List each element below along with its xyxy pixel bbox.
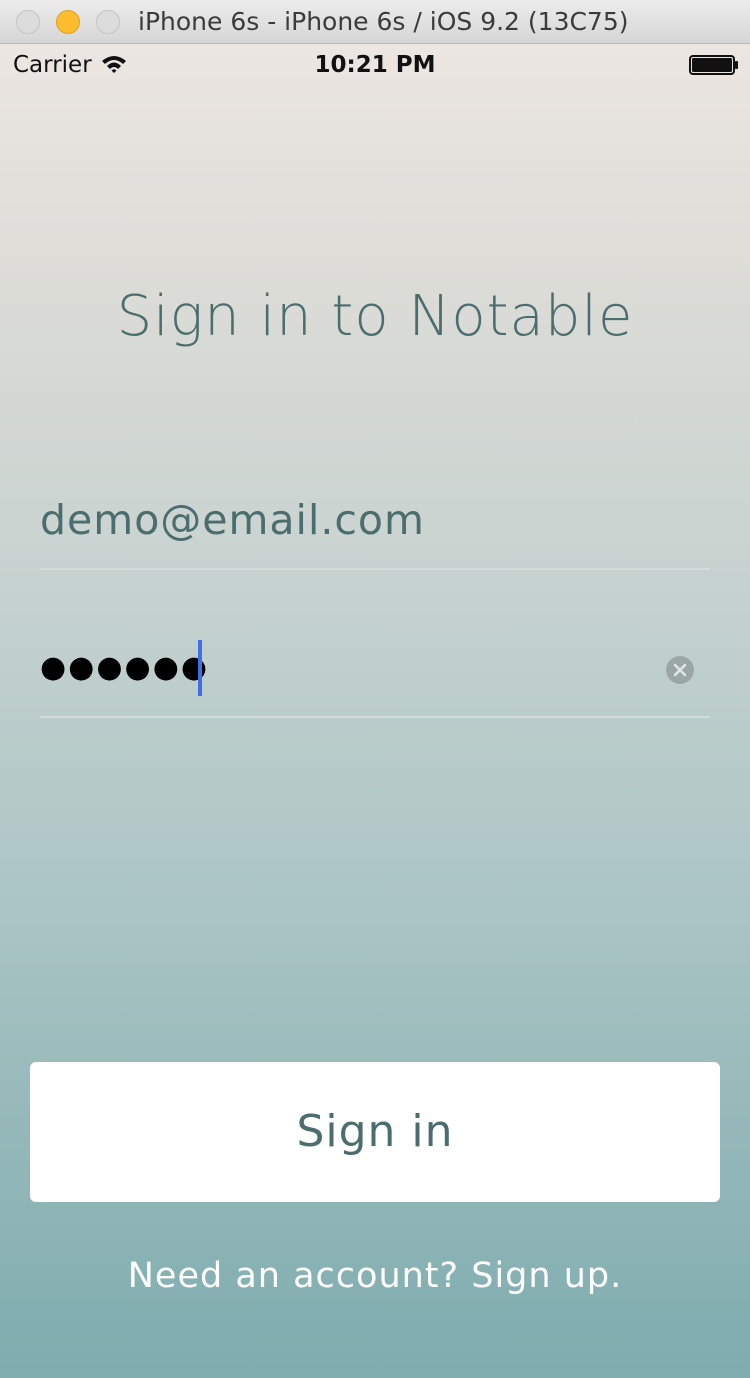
text-caret (198, 640, 202, 696)
status-time: 10:21 PM (314, 52, 436, 78)
phone-screen: Carrier 10:21 PM Sign in to Notable demo… (0, 44, 750, 1378)
battery-icon (689, 55, 738, 75)
email-field[interactable]: demo@email.com (40, 488, 710, 570)
zoom-window-button[interactable] (96, 10, 120, 34)
password-field[interactable]: ●●●●●● (40, 630, 710, 718)
sign-up-link[interactable]: Need an account? Sign up. (0, 1256, 750, 1296)
close-window-button[interactable] (16, 10, 40, 34)
window-titlebar: iPhone 6s - iPhone 6s / iOS 9.2 (13C75) (0, 0, 750, 44)
page-title: Sign in to Notable (116, 284, 634, 349)
window-title: iPhone 6s - iPhone 6s / iOS 9.2 (13C75) (138, 7, 629, 36)
clear-icon[interactable] (666, 656, 694, 684)
sign-in-button[interactable]: Sign in (30, 1062, 720, 1202)
password-masked-value: ●●●●●● (40, 650, 210, 685)
simulator-window: iPhone 6s - iPhone 6s / iOS 9.2 (13C75) … (0, 0, 750, 1378)
minimize-window-button[interactable] (56, 10, 80, 34)
email-value: demo@email.com (40, 496, 425, 544)
